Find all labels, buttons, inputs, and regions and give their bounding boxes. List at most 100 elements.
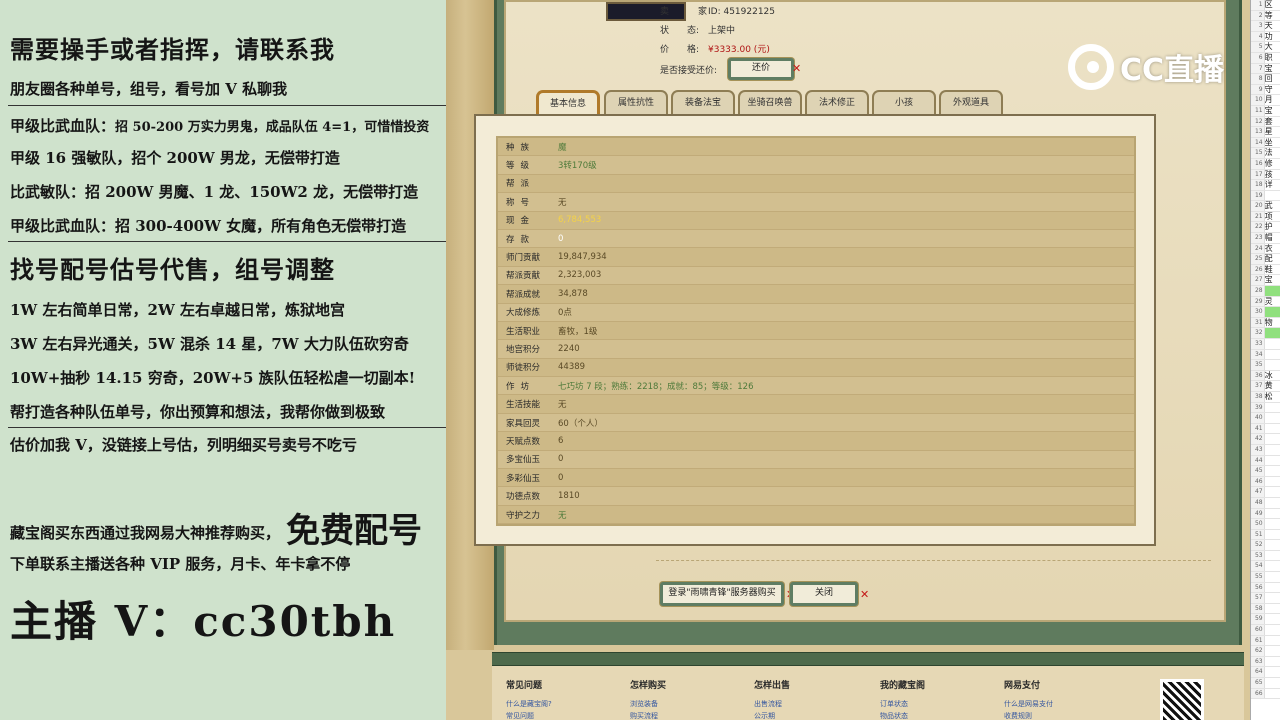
sheet-cell[interactable]: 功 [1265,32,1280,42]
sheet-cell[interactable]: 项 [1265,212,1280,222]
sheet-cell[interactable] [1265,689,1280,699]
sheet-cell[interactable] [1265,540,1280,550]
footer-link[interactable]: 物品状态 [880,711,925,720]
tab-attributes[interactable]: 属性抗性 [604,90,668,114]
sheet-cell[interactable] [1265,413,1280,423]
sheet-cell[interactable]: 大 [1265,42,1280,52]
sheet-cell[interactable] [1265,583,1280,593]
sheet-cell[interactable]: 坐 [1265,138,1280,148]
sheet-cell[interactable] [1265,678,1280,688]
sheet-cell[interactable]: 详 [1265,180,1280,190]
sheet-cell[interactable] [1265,519,1280,529]
sheet-row: 57 [1251,593,1280,604]
table-row: 生活技能 无 [498,395,1134,414]
tab-child[interactable]: 小孩 [872,90,936,114]
sheet-cell[interactable]: 法 [1265,148,1280,158]
sheet-cell[interactable]: 守 [1265,85,1280,95]
sheet-cell[interactable] [1264,307,1280,317]
sheet-cell[interactable]: 等 [1265,11,1280,21]
sheet-cell[interactable]: 区 [1265,0,1280,10]
sheet-cell[interactable] [1265,487,1280,497]
sheet-row: 18 详 [1251,180,1280,191]
sheet-cell[interactable]: 灵 [1265,297,1280,307]
sheet-cell[interactable] [1265,339,1280,349]
sheet-row-number: 23 [1251,233,1265,243]
sheet-cell[interactable] [1265,667,1280,677]
sheet-cell[interactable] [1265,477,1280,487]
sheet-cell[interactable]: 松 [1265,392,1280,402]
sheet-cell[interactable] [1265,509,1280,519]
sheet-cell[interactable] [1265,614,1280,624]
sheet-cell[interactable] [1265,636,1280,646]
footer-link[interactable]: 什么是藏宝阁? [506,699,552,709]
sheet-cell[interactable] [1265,424,1280,434]
sheet-row-number: 45 [1251,466,1265,476]
table-row: 多宝仙玉 0 [498,451,1134,470]
sheet-cell[interactable]: 宝 [1265,64,1280,74]
sheet-cell[interactable]: 职 [1265,53,1280,63]
sheet-cell[interactable] [1265,572,1280,582]
site-footer: 常见问题 什么是藏宝阁? 常见问题 怎样购买 浏览装备 购买流程 怎样出售 出售… [492,666,1244,720]
sheet-cell[interactable]: 冰 [1265,371,1280,381]
sheet-cell[interactable] [1265,625,1280,635]
login-buy-button[interactable]: 登录"雨啸青锋"服务器购买 [660,582,784,606]
sheet-cell[interactable] [1265,646,1280,656]
footer-link[interactable]: 公示期 [754,711,790,720]
sheet-cell[interactable] [1265,551,1280,561]
sheet-cell[interactable] [1265,593,1280,603]
sheet-cell[interactable]: 回 [1265,74,1280,84]
sheet-row-number: 15 [1251,148,1265,158]
counter-offer-button[interactable]: 还价 [728,58,794,80]
footer-link[interactable]: 收费规则 [1004,711,1053,720]
tab-mounts-pets[interactable]: 坐骑召唤兽 [738,90,802,114]
sheet-cell[interactable]: 鞋 [1265,265,1280,275]
footer-link[interactable]: 什么是网易支付 [1004,699,1053,709]
sheet-cell[interactable] [1265,445,1280,455]
sheet-cell[interactable]: 护 [1265,222,1280,232]
tab-basic-info[interactable]: 基本信息 [536,90,600,114]
sheet-row: 38 松 [1251,391,1280,403]
sheet-cell[interactable]: 月 [1265,95,1280,105]
footer-link[interactable]: 浏览装备 [630,699,666,709]
footer-link[interactable]: 出售流程 [754,699,790,709]
sheet-cell[interactable] [1264,286,1280,296]
tab-spell-correction[interactable]: 法术修正 [805,90,869,114]
sheet-cell[interactable] [1265,498,1280,508]
footer-link[interactable]: 购买流程 [630,711,666,720]
row-label: 称号 [506,197,536,208]
footer-link[interactable]: 订单状态 [880,699,925,709]
sheet-row-number: 66 [1251,688,1265,699]
sheet-cell[interactable] [1265,191,1280,201]
sheet-cell[interactable]: 武 [1265,201,1280,211]
sheet-row-number: 24 [1251,243,1265,254]
sheet-cell[interactable] [1265,561,1280,571]
sheet-cell[interactable] [1264,328,1280,338]
sheet-cell[interactable]: 孩 [1265,170,1280,180]
sheet-cell[interactable]: 物 [1265,318,1280,328]
sheet-cell[interactable]: 衣 [1265,244,1280,254]
sheet-cell[interactable]: 修 [1265,159,1280,169]
sheet-cell[interactable]: 配 [1265,254,1280,264]
close-button[interactable]: 关闭 [790,582,858,606]
sheet-cell[interactable] [1265,456,1280,466]
sheet-cell[interactable] [1265,604,1280,614]
sheet-cell[interactable]: 宝 [1265,106,1280,116]
sheet-row-number: 35 [1251,360,1265,370]
sheet-cell[interactable] [1265,530,1280,540]
sheet-cell[interactable]: 星 [1265,127,1280,137]
sheet-cell[interactable]: 黄 [1265,381,1280,391]
sheet-cell[interactable] [1265,403,1280,413]
sheet-cell[interactable] [1265,657,1280,667]
sheet-cell[interactable]: 宝 [1265,275,1280,285]
sheet-cell[interactable] [1265,350,1280,360]
sheet-cell[interactable]: 帽 [1265,233,1280,243]
footer-link[interactable]: 常见问题 [506,711,552,720]
sheet-cell[interactable]: 天 [1265,21,1280,31]
sheet-cell[interactable] [1265,466,1280,476]
sheet-row-number: 16 [1251,158,1265,169]
sheet-cell[interactable] [1265,434,1280,444]
sheet-cell[interactable] [1265,360,1280,370]
tab-appearance[interactable]: 外观道具 [939,90,1003,114]
sheet-cell[interactable]: 套 [1265,117,1280,127]
tab-equipment[interactable]: 装备法宝 [671,90,735,114]
